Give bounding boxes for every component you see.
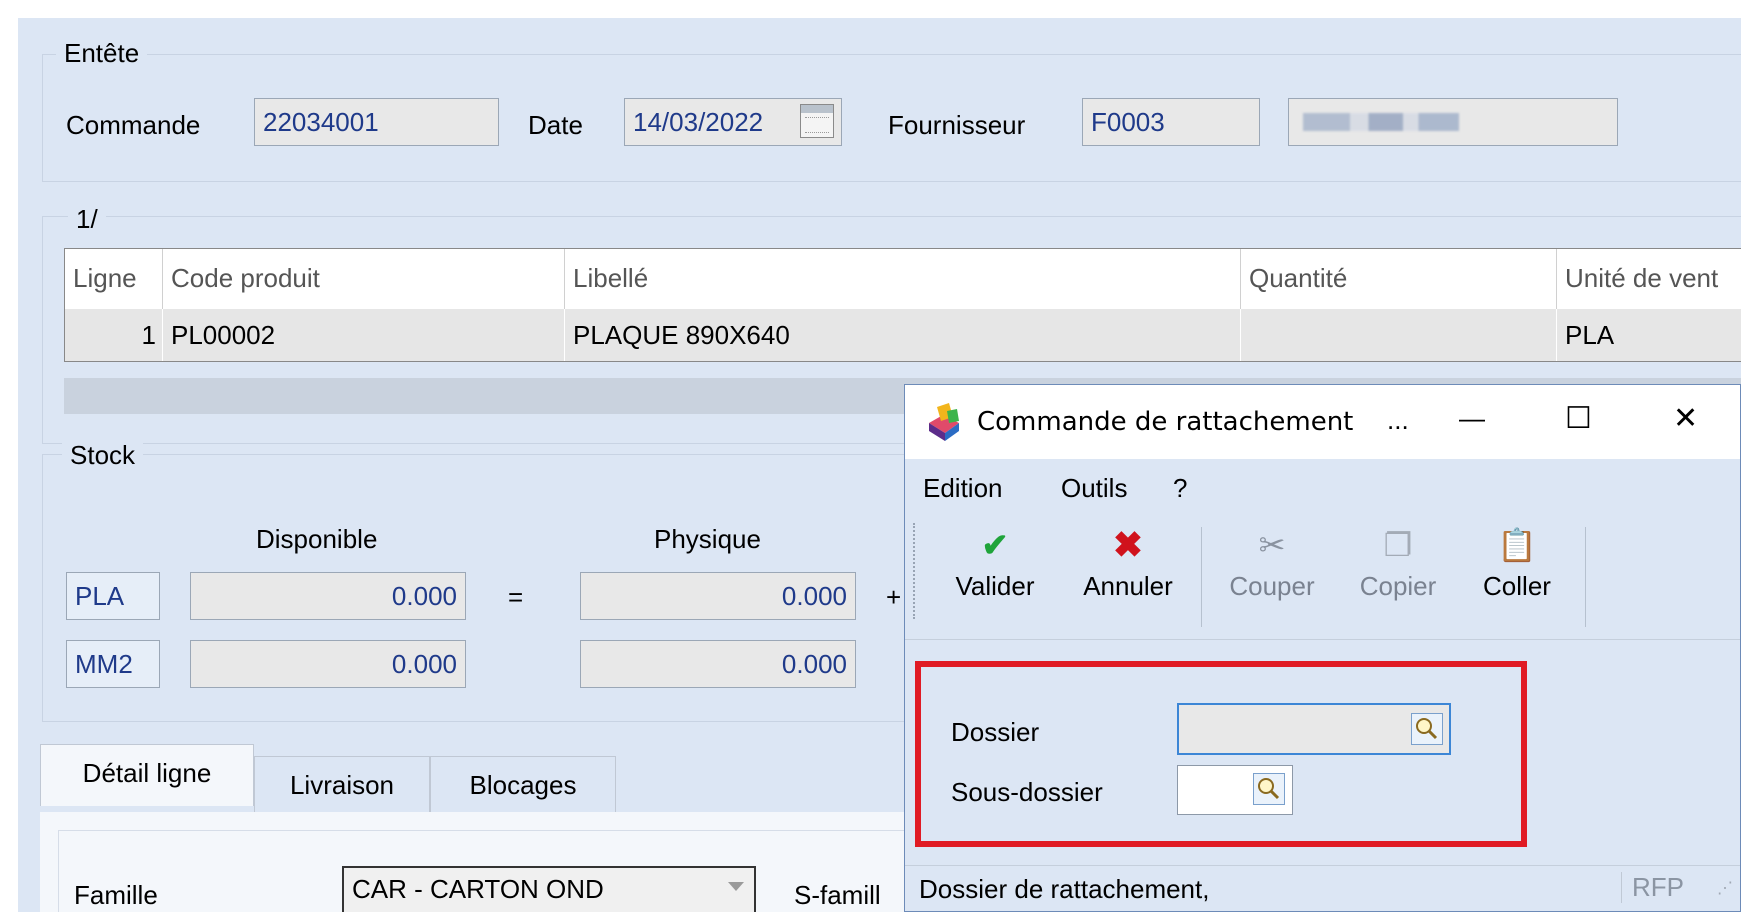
blurred-name-graphic (1303, 113, 1459, 131)
equals-sign: = (508, 582, 524, 612)
table-row-cell-ligne[interactable]: 1 (65, 309, 163, 361)
entete-legend: Entête (56, 38, 148, 69)
table-row-cell-unite[interactable]: PLA (1557, 309, 1741, 361)
calendar-icon[interactable] (800, 104, 834, 138)
annuler-label: Annuler (1083, 571, 1173, 601)
table-row-cell-code[interactable]: PL00002 (163, 309, 565, 361)
annuler-button[interactable]: ✖ Annuler (1065, 515, 1191, 639)
coller-button[interactable]: 📋 Coller (1467, 515, 1567, 639)
sfamille-label: S-famill (794, 880, 881, 910)
stock-disponible-mm2: 0.000 (190, 640, 466, 688)
famille-select[interactable]: CAR - CARTON OND (342, 866, 756, 912)
coller-label: Coller (1483, 571, 1551, 601)
stock-unit-pla: PLA (66, 572, 160, 620)
resize-grip-icon[interactable]: ⋰ (1717, 878, 1733, 898)
checkmark-icon: ✔ (981, 527, 1009, 563)
cancel-x-icon: ✖ (1112, 524, 1144, 565)
copier-label: Copier (1359, 571, 1437, 601)
menu-edition[interactable]: Edition (923, 473, 1003, 504)
tab-detail-ligne[interactable]: Détail ligne (40, 744, 254, 806)
commande-rattachement-dialog: Commande de rattachement ... — ☐ ✕ Editi… (904, 384, 1741, 912)
lines-legend: 1/ (68, 204, 106, 235)
toolbar-separator-2 (1585, 527, 1586, 627)
copy-icon: ❐ (1383, 527, 1413, 563)
stock-unit-mm2: MM2 (66, 640, 160, 688)
menu-outils[interactable]: Outils (1061, 473, 1127, 504)
stock-physique-pla: 0.000 (580, 572, 856, 620)
dossier-label: Dossier (951, 717, 1040, 747)
maximize-icon[interactable]: ☐ (1565, 401, 1592, 436)
lines-grid[interactable]: Ligne Code produit Libellé Quantité Unit… (64, 248, 1741, 362)
status-code: RFP (1621, 872, 1684, 903)
col-header-quantite[interactable]: Quantité (1241, 249, 1557, 309)
tab-blocages[interactable]: Blocages (430, 756, 616, 812)
dialog-title: Commande de rattachement (977, 407, 1354, 437)
sousdossier-search-icon[interactable] (1253, 773, 1285, 805)
col-header-ligne[interactable]: Ligne (65, 249, 163, 309)
valider-label: Valider (955, 571, 1035, 601)
col-header-libelle[interactable]: Libellé (565, 249, 1241, 309)
fournisseur-name-field (1288, 98, 1618, 146)
tab-strip: Détail ligne Livraison Blocages (40, 744, 660, 812)
sousdossier-label: Sous-dossier (951, 777, 1103, 807)
dialog-menubar: Edition Outils ? (905, 459, 1740, 516)
date-value: 14/03/2022 (633, 107, 764, 137)
fournisseur-label: Fournisseur (888, 110, 1026, 140)
physique-header: Physique (654, 524, 761, 554)
dialog-statusbar: Dossier de rattachement, RFP ⋰ (905, 865, 1740, 911)
minimize-icon[interactable]: — (1459, 403, 1485, 434)
dossier-search-icon[interactable] (1411, 713, 1443, 745)
commande-field[interactable]: 22034001 (254, 98, 499, 146)
app-icon (925, 401, 963, 441)
plus-sign: + (886, 582, 902, 612)
toolbar-grip (913, 523, 919, 619)
col-header-code-produit[interactable]: Code produit (163, 249, 565, 309)
stock-physique-mm2: 0.000 (580, 640, 856, 688)
table-row-cell-libelle[interactable]: PLAQUE 890X640 (565, 309, 1241, 361)
valider-button[interactable]: ✔ Valider (939, 515, 1051, 639)
dossier-input[interactable] (1177, 703, 1451, 755)
disponible-header: Disponible (256, 524, 378, 554)
commande-label: Commande (66, 110, 201, 140)
couper-label: Couper (1229, 571, 1315, 601)
stock-legend: Stock (62, 440, 144, 471)
menu-help[interactable]: ? (1173, 473, 1187, 504)
dialog-titlebar[interactable]: Commande de rattachement ... — ☐ ✕ (905, 385, 1740, 459)
chevron-down-icon[interactable] (728, 882, 744, 891)
couper-button[interactable]: ✂ Couper (1209, 515, 1335, 639)
famille-value: CAR - CARTON OND (352, 874, 604, 904)
tab-livraison[interactable]: Livraison (254, 756, 430, 812)
scissors-icon: ✂ (1258, 527, 1286, 563)
status-text: Dossier de rattachement, (919, 874, 1210, 904)
copier-button[interactable]: ❐ Copier (1343, 515, 1453, 639)
table-row-cell-quantite[interactable] (1241, 309, 1557, 361)
col-header-unite[interactable]: Unité de vent (1557, 249, 1741, 309)
famille-label: Famille (74, 880, 158, 910)
paste-clipboard-icon: 📋 (1497, 527, 1537, 563)
stock-disponible-pla: 0.000 (190, 572, 466, 620)
toolbar-separator (1201, 527, 1202, 627)
date-label: Date (528, 110, 583, 140)
dialog-title-ellipsis: ... (1387, 405, 1409, 435)
fournisseur-code-field[interactable]: F0003 (1082, 98, 1260, 146)
close-icon[interactable]: ✕ (1673, 401, 1698, 436)
dialog-toolbar: ✔ Valider ✖ Annuler ✂ Couper ❐ Copier 📋 … (905, 515, 1740, 640)
